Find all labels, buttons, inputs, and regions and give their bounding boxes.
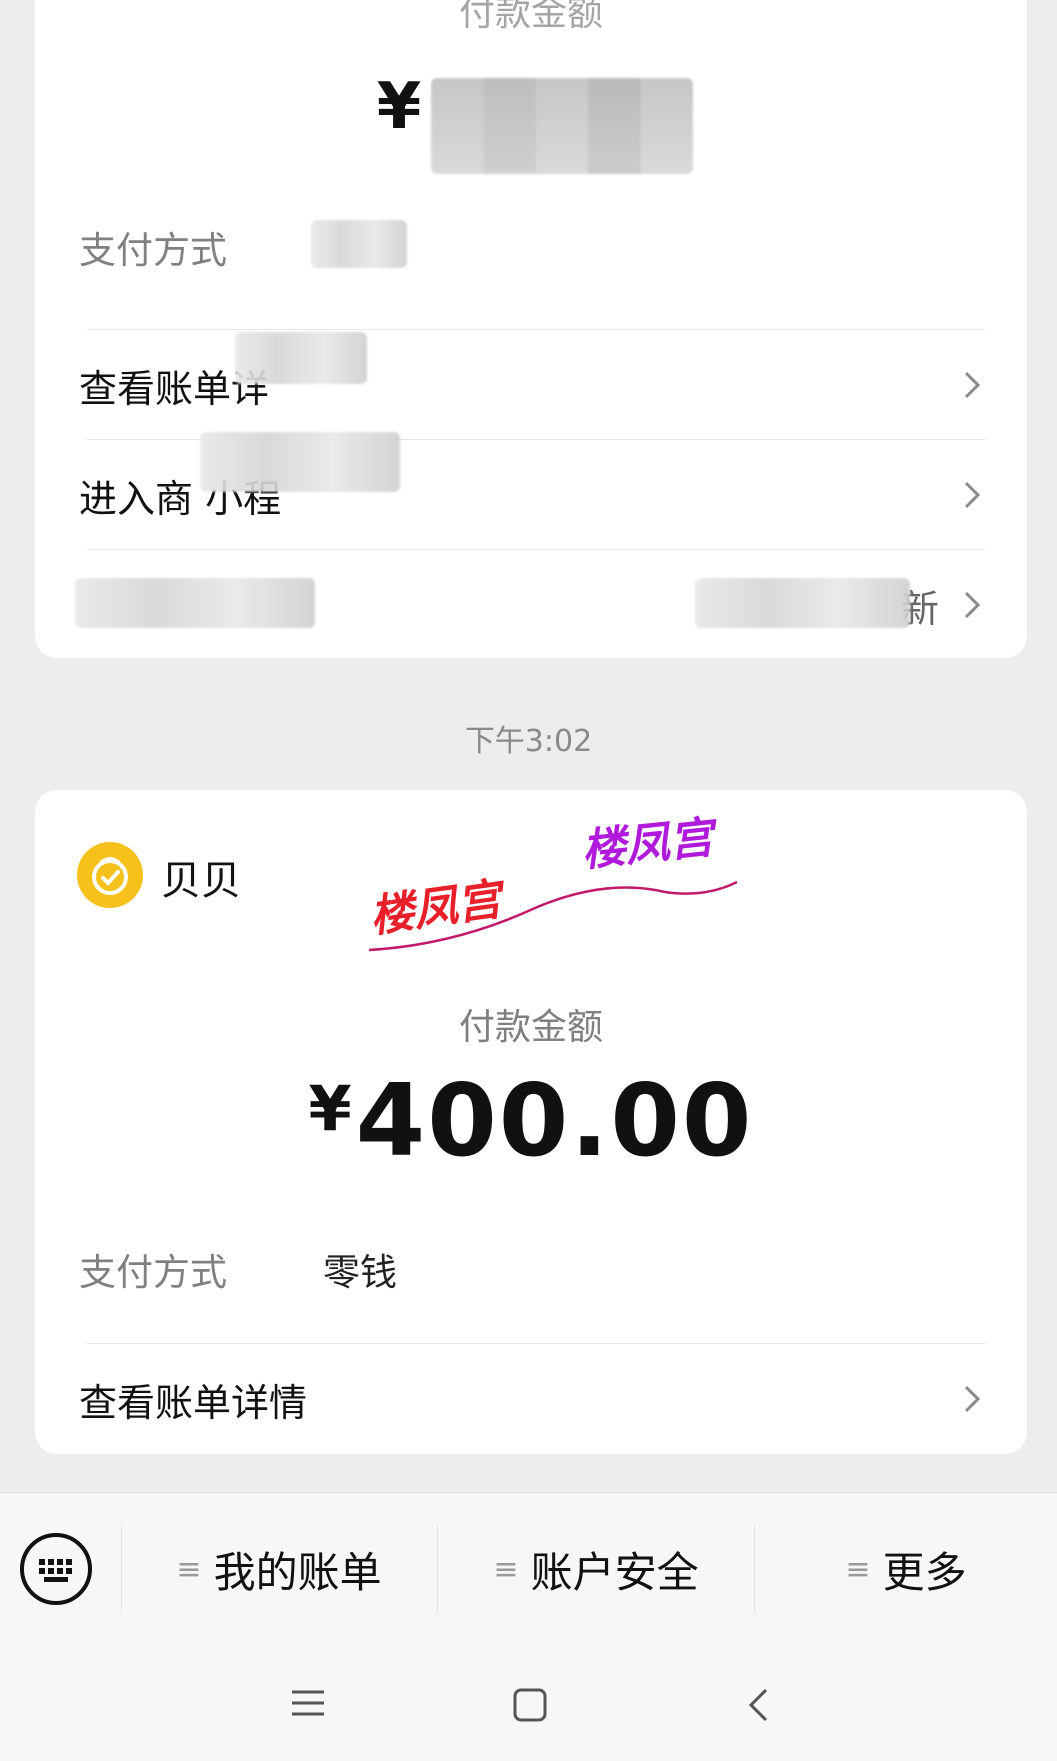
redacted-pay-method	[311, 220, 407, 268]
pay-method-value: 零钱	[323, 1251, 397, 1294]
redacted-amount	[431, 78, 693, 174]
service-menu-bar: ≡ 我的账单 ≡ 账户安全 ≡ 更多	[0, 1492, 1057, 1646]
chevron-right-icon	[964, 481, 981, 509]
menu-lines-icon: ≡	[493, 1551, 519, 1587]
amount-number: 400.00	[355, 1062, 754, 1179]
chevron-right-icon	[964, 1385, 981, 1413]
menu-account-security[interactable]: ≡ 账户安全	[438, 1493, 754, 1645]
menu-more[interactable]: ≡ 更多	[755, 1493, 1057, 1645]
view-bill-details-row[interactable]: 查看账单详情	[35, 1344, 1027, 1454]
redacted-text	[75, 578, 315, 628]
currency-symbol: ¥	[308, 1072, 352, 1145]
pay-method-label: 支付方式	[79, 1251, 227, 1294]
home-icon[interactable]	[512, 1687, 548, 1723]
merchant-name: 贝贝	[161, 858, 241, 904]
recent-apps-icon[interactable]	[290, 1687, 326, 1719]
system-navigation-bar	[0, 1645, 1057, 1761]
watermark-text: 楼凤宫	[579, 812, 716, 877]
payment-card[interactable]: 贝贝 楼凤宫 楼凤宫 付款金额 ¥400.00 支付方式 零钱 查看账单详情	[35, 790, 1027, 1454]
menu-lines-icon: ≡	[176, 1551, 202, 1587]
merchant-logo-icon	[77, 842, 143, 908]
menu-label: 我的账单	[213, 1547, 382, 1597]
amount-label: 付款金额	[458, 0, 603, 34]
amount-value: ¥400.00	[35, 1062, 1027, 1179]
currency-symbol: ¥	[376, 70, 422, 144]
enter-mini-program-row[interactable]: 进入商 小程	[35, 440, 1027, 550]
message-timestamp: 下午3:02	[464, 724, 593, 759]
keyboard-toggle-icon[interactable]	[20, 1533, 92, 1605]
menu-label: 更多	[882, 1547, 967, 1597]
chevron-right-icon	[964, 371, 981, 399]
menu-lines-icon: ≡	[845, 1551, 871, 1587]
redacted-text	[200, 432, 400, 492]
view-bill-details-row[interactable]: 查看账单详	[35, 330, 1027, 440]
row-label: 查看账单详情	[79, 1381, 308, 1425]
amount-label: 付款金额	[458, 1007, 603, 1048]
menu-my-bills[interactable]: ≡ 我的账单	[122, 1493, 436, 1645]
pay-method-label: 支付方式	[79, 229, 227, 272]
menu-label: 账户安全	[530, 1547, 699, 1597]
chevron-right-icon	[964, 591, 981, 619]
redacted-text	[235, 332, 367, 384]
payment-card-previous: 付款金额 ¥ 支付方式 查看账单详 进入商 小程 新	[35, 0, 1027, 658]
back-icon[interactable]	[746, 1687, 770, 1723]
redacted-text	[695, 578, 910, 628]
